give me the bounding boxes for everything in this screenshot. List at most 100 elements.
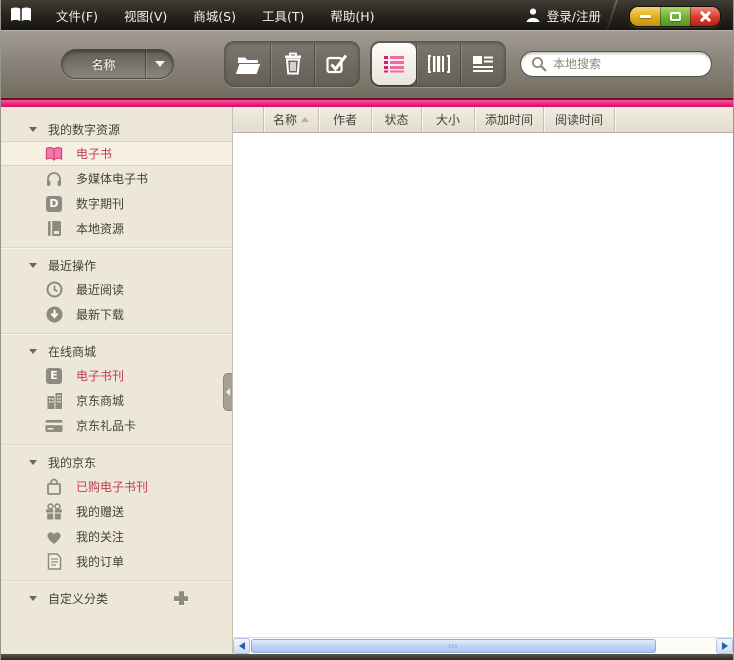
column-header-added-time[interactable]: 添加时间: [474, 107, 543, 132]
login-register-label: 登录/注册: [547, 6, 601, 25]
menu-file[interactable]: 文件(F): [43, 0, 111, 30]
section-recent-operations[interactable]: 最近操作: [1, 253, 232, 277]
menu-store[interactable]: 商城(S): [180, 0, 249, 30]
section-my-jd[interactable]: 我的京东: [1, 450, 232, 474]
sidebar-item-jd-mall[interactable]: 京东商城: [1, 388, 232, 413]
section-title: 最近操作: [48, 257, 96, 274]
select-button[interactable]: [314, 43, 358, 85]
list-view-button[interactable]: [372, 43, 416, 85]
column-header-author[interactable]: 作者: [318, 107, 371, 132]
open-folder-icon: [235, 53, 261, 75]
column-header-read-time[interactable]: 阅读时间: [543, 107, 614, 132]
sidebar-item-label: 本地资源: [76, 220, 124, 237]
sidebar-divider: [1, 580, 232, 581]
scrollbar-thumb[interactable]: [251, 639, 656, 653]
sidebar-item-label: 我的订单: [76, 553, 124, 570]
sort-dropdown-arrow[interactable]: [145, 50, 173, 78]
sidebar-item-my-orders[interactable]: 我的订单: [1, 549, 232, 574]
collapse-triangle-icon: [29, 596, 37, 601]
detail-view-button[interactable]: [460, 43, 504, 85]
sort-dropdown[interactable]: 名称: [61, 49, 174, 79]
scroll-right-button[interactable]: [716, 638, 733, 654]
scroll-left-button[interactable]: [233, 638, 250, 654]
minimize-icon: [640, 15, 651, 18]
section-title: 自定义分类: [48, 590, 108, 607]
sidebar-item-my-follows[interactable]: 我的关注: [1, 524, 232, 549]
accent-bar: [1, 98, 733, 107]
chevron-down-icon: [155, 61, 165, 67]
section-my-digital-resources[interactable]: 我的数字资源: [1, 117, 232, 141]
building-icon: [45, 392, 63, 410]
column-header-name[interactable]: 名称: [263, 107, 318, 132]
sidebar-item-label: 京东商城: [76, 392, 124, 409]
titlebar-seam: [606, 0, 618, 30]
detail-view-icon: [472, 55, 494, 73]
window-controls: [629, 6, 721, 27]
sort-ascending-icon: [301, 117, 309, 122]
chevron-left-icon: [239, 642, 245, 650]
search-input[interactable]: [553, 57, 701, 71]
download-icon: [45, 306, 63, 324]
view-switcher-group: [370, 41, 506, 87]
sidebar-item-local-resources[interactable]: 本地资源: [1, 216, 232, 241]
column-header-size[interactable]: 大小: [421, 107, 474, 132]
collapse-triangle-icon: [29, 127, 37, 132]
section-online-store[interactable]: 在线商城: [1, 339, 232, 363]
sidebar-item-ebooks[interactable]: 电子书: [1, 141, 232, 166]
section-custom-categories[interactable]: 自定义分类: [1, 586, 232, 610]
section-title: 我的京东: [48, 454, 96, 471]
e-badge-icon: E: [45, 367, 63, 385]
shopping-bag-icon: [45, 478, 63, 496]
menubar: 文件(F) 视图(V) 商城(S) 工具(T) 帮助(H): [43, 0, 388, 30]
local-search-box[interactable]: [520, 51, 712, 77]
maximize-icon: [670, 12, 681, 21]
open-file-button[interactable]: [226, 43, 270, 85]
add-category-button[interactable]: [172, 589, 190, 607]
menu-view[interactable]: 视图(V): [111, 0, 180, 30]
headphones-icon: [45, 170, 63, 188]
user-icon: [525, 7, 541, 23]
horizontal-scrollbar: [233, 637, 733, 654]
shelf-view-icon: [427, 55, 451, 73]
collapse-triangle-icon: [29, 349, 37, 354]
sidebar-collapse-handle[interactable]: [223, 373, 232, 411]
section-title: 我的数字资源: [48, 121, 120, 138]
app-logo-book-icon: [9, 6, 33, 24]
close-icon: [699, 10, 712, 23]
search-icon: [531, 56, 547, 72]
sidebar-item-latest-downloads[interactable]: 最新下载: [1, 302, 232, 327]
window-bottom-frame: [1, 654, 733, 660]
minimize-button[interactable]: [630, 7, 660, 26]
d-badge-icon: D: [45, 195, 63, 213]
app-window: 文件(F) 视图(V) 商城(S) 工具(T) 帮助(H) 登录/注册 名称: [0, 0, 734, 660]
sidebar-item-my-gifts[interactable]: 我的赠送: [1, 499, 232, 524]
maximize-button[interactable]: [660, 7, 690, 26]
shelf-view-button[interactable]: [416, 43, 460, 85]
column-header-status[interactable]: 状态: [371, 107, 421, 132]
delete-button[interactable]: [270, 43, 314, 85]
sidebar-item-ebook-store[interactable]: E 电子书刊: [1, 363, 232, 388]
sidebar-item-label: 电子书刊: [76, 367, 124, 384]
local-book-icon: [45, 220, 63, 238]
sidebar-item-label: 我的赠送: [76, 503, 124, 520]
titlebar: 文件(F) 视图(V) 商城(S) 工具(T) 帮助(H) 登录/注册: [1, 0, 733, 30]
scrollbar-track[interactable]: [250, 638, 716, 654]
menu-tools[interactable]: 工具(T): [249, 0, 317, 30]
chevron-right-icon: [722, 642, 728, 650]
trash-icon: [282, 52, 304, 76]
sidebar-item-label: 电子书: [76, 145, 112, 162]
file-action-group: [224, 41, 360, 87]
sidebar-item-label: 我的关注: [76, 528, 124, 545]
heart-icon: [45, 528, 63, 546]
sidebar-item-jd-gift-card[interactable]: 京东礼品卡: [1, 413, 232, 438]
sidebar-item-multimedia-ebooks[interactable]: 多媒体电子书: [1, 166, 232, 191]
sidebar-divider: [1, 247, 232, 248]
sidebar-item-digital-periodicals[interactable]: D 数字期刊: [1, 191, 232, 216]
sidebar-item-recently-read[interactable]: 最近阅读: [1, 277, 232, 302]
sidebar-item-purchased-ebooks[interactable]: 已购电子书刊: [1, 474, 232, 499]
collapse-triangle-icon: [29, 263, 37, 268]
collapse-triangle-icon: [29, 460, 37, 465]
login-register-link[interactable]: 登录/注册: [525, 6, 601, 25]
close-button[interactable]: [690, 7, 720, 26]
menu-help[interactable]: 帮助(H): [317, 0, 387, 30]
